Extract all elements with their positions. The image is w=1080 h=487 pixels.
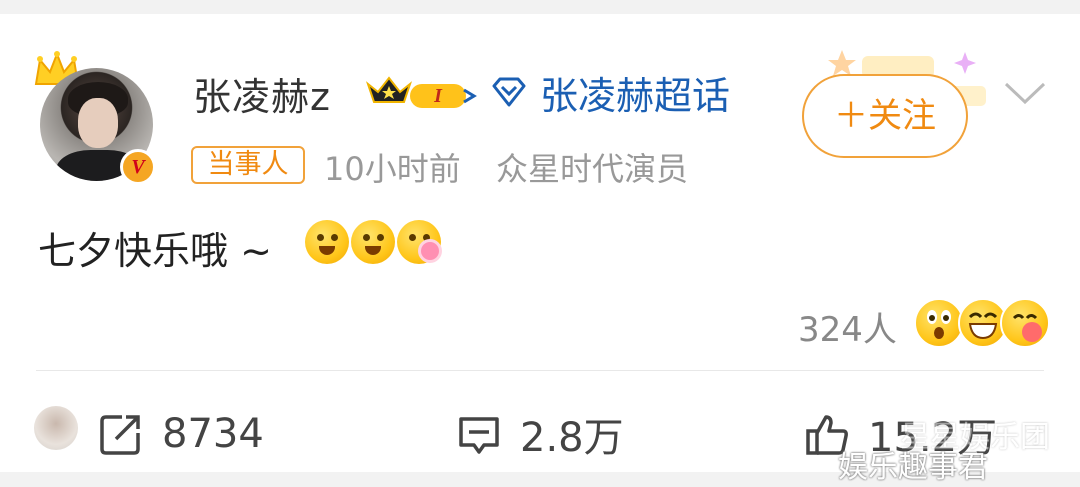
reaction-emoji-group[interactable] [914, 298, 1050, 348]
comment-button[interactable]: 2.8万 [456, 406, 624, 462]
chevron-down-icon[interactable] [1002, 78, 1048, 108]
hug-emoji-icon [1000, 298, 1050, 348]
post-source: 众星时代演员 [496, 150, 689, 188]
divider [36, 370, 1044, 371]
author-avatar-group[interactable]: V [32, 50, 162, 190]
super-topic-label: 张凌赫超话 [540, 73, 731, 118]
vip-level-text: I [433, 85, 443, 107]
vip-level-badge-icon: I [365, 76, 477, 108]
post-text: 七夕快乐哦 ~ [38, 229, 272, 273]
repost-button[interactable]: 8734 [98, 406, 264, 462]
diamond-icon [492, 77, 526, 107]
repost-icon [100, 415, 140, 455]
watermark-line2: 星星娱乐团 [900, 420, 1050, 455]
repost-count: 8734 [162, 411, 264, 457]
watermark: 星星娱乐团 娱乐趣事君 [838, 420, 1050, 486]
follow-button[interactable]: ＋关注 [802, 74, 968, 158]
surprised-emoji-icon [914, 298, 964, 348]
flower-emoji-icon [397, 220, 441, 264]
super-topic-link[interactable]: 张凌赫超话 [488, 70, 730, 118]
reaction-count[interactable]: 324人 [798, 302, 897, 351]
role-tag: 当事人 [191, 146, 305, 184]
comment-count: 2.8万 [520, 415, 624, 461]
author-name[interactable]: 张凌赫z [193, 66, 331, 121]
comment-icon [459, 417, 499, 454]
weibo-post-card: V 张凌赫z I 张凌赫超话 ＋关注 当事人 10小时前 众星时代演员 七夕快乐… [0, 14, 1080, 485]
verified-badge-icon: V [120, 149, 156, 185]
post-emoji-group [305, 220, 441, 264]
wink-emoji-icon [305, 220, 349, 264]
commenter-avatar[interactable] [34, 406, 78, 450]
post-time: 10小时前 [324, 150, 461, 188]
cheer-emoji-icon [351, 220, 395, 264]
